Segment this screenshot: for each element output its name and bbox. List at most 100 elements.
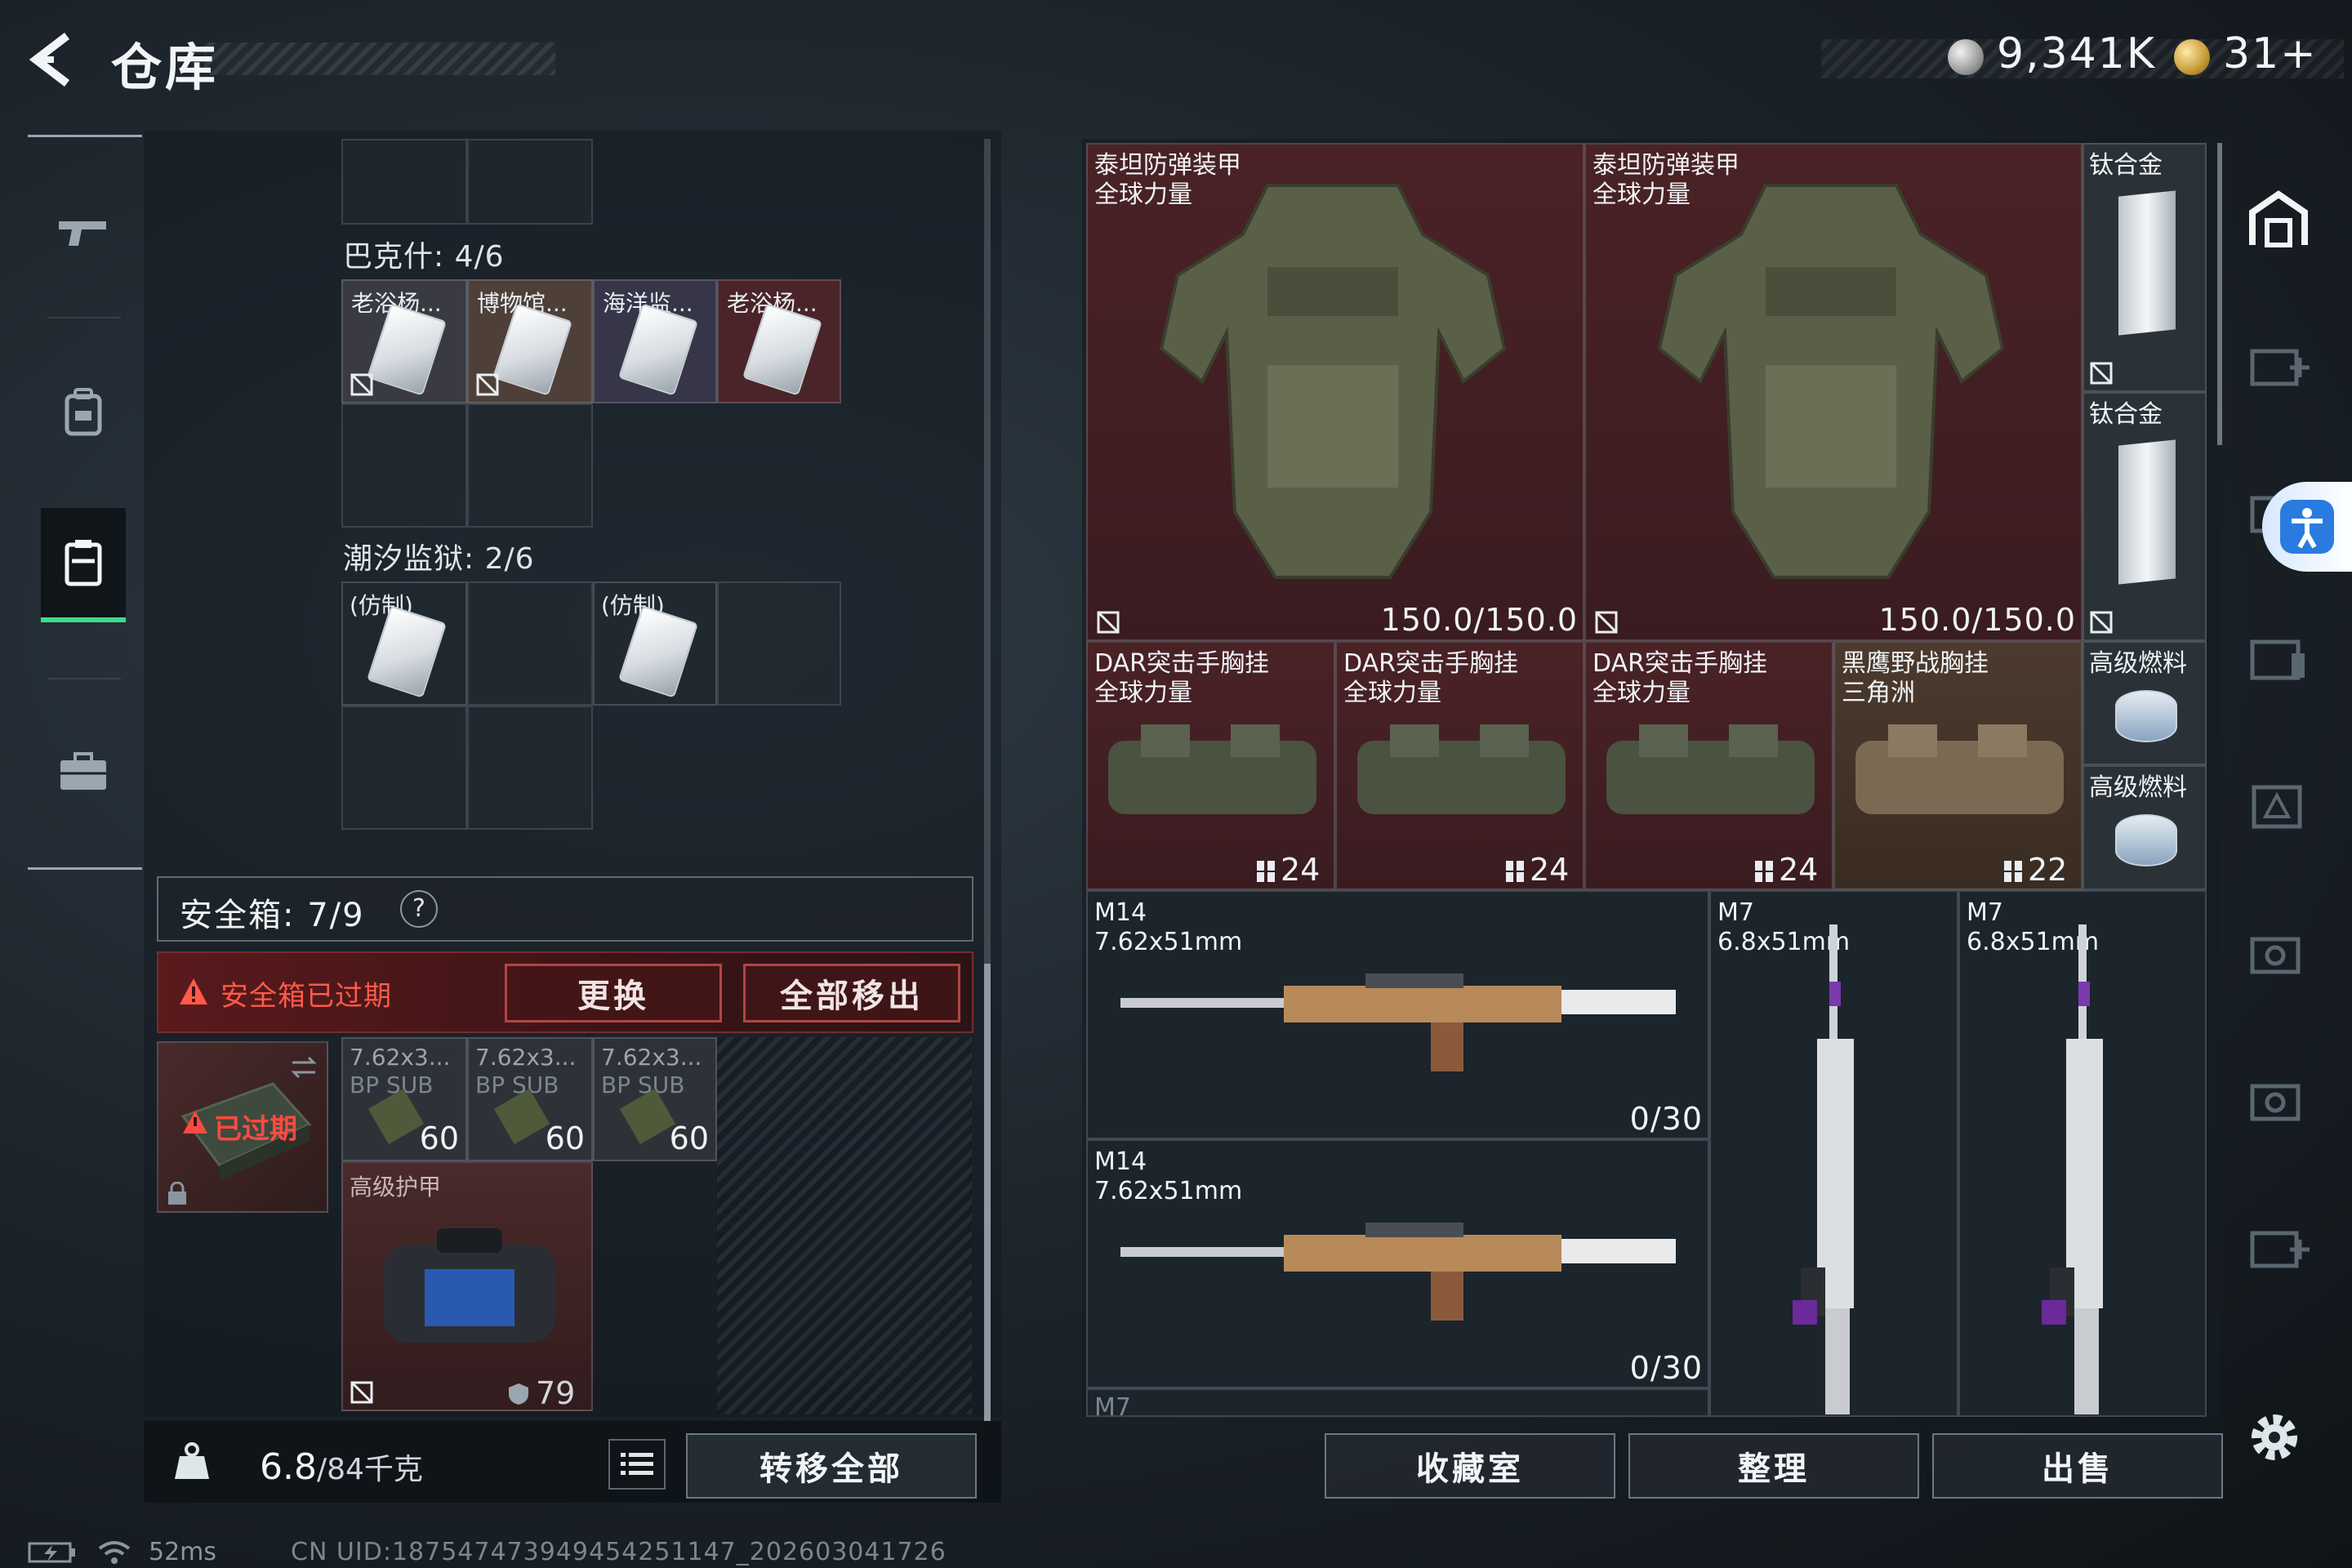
ammo-slot[interactable]: 7.62x3... BP SUB 60 (593, 1037, 717, 1161)
accessibility-button[interactable] (2262, 482, 2352, 572)
titanium-item[interactable]: 钛合金 (2082, 143, 2207, 392)
ammo-slot[interactable]: 7.62x3... BP SUB 60 (341, 1037, 467, 1161)
armor-item[interactable]: 泰坦防弹装甲 全球力量 150.0/150.0 (1584, 143, 2082, 641)
no-drop-icon (1097, 611, 1120, 634)
collection-room-button[interactable]: 收藏室 (1325, 1433, 1615, 1499)
stash-scrollbar-thumb[interactable] (984, 964, 991, 1421)
nav-storage-home[interactable] (2234, 176, 2323, 265)
armor-bag-icon (384, 1228, 555, 1343)
stash-add-icon (2250, 1231, 2310, 1268)
titanium-item[interactable]: 钛合金 (2082, 392, 2207, 641)
sniper-rifle-icon (1793, 924, 1854, 1414)
help-icon[interactable]: ? (400, 890, 438, 928)
item-name: M14 (1094, 898, 1147, 927)
item-name: DAR突击手胸挂 (1343, 649, 1518, 678)
capacity-grid-icon (1506, 861, 1524, 882)
stash-lens-icon (2250, 937, 2301, 974)
item-name: M7 (1094, 1393, 1131, 1417)
fuel-item[interactable]: 高级燃料 (2082, 641, 2207, 765)
transfer-all-button[interactable]: 转移全部 (686, 1433, 977, 1499)
fuel-item[interactable]: 高级燃料 (2082, 765, 2207, 890)
item-name: M7 (1717, 898, 1754, 927)
item-name: 钛合金 (2089, 400, 2163, 429)
organize-button[interactable]: 整理 (1628, 1433, 1919, 1499)
rifle-item[interactable]: M14 7.62x51mm 0/30 (1086, 890, 1709, 1139)
gold-amount[interactable]: 31+ (2223, 29, 2318, 78)
nav-weapons[interactable] (41, 176, 126, 290)
rifle-item[interactable]: M14 7.62x51mm 0/30 (1086, 1139, 1709, 1388)
chest-rig-item[interactable]: DAR突击手胸挂 全球力量 24 (1086, 641, 1335, 890)
item-origin: 全球力量 (1094, 679, 1192, 707)
stash-add-icon (2250, 349, 2310, 386)
sniper-item[interactable]: M7 6.8x51mm (1709, 890, 1958, 1417)
sell-button[interactable]: 出售 (1932, 1433, 2223, 1499)
nav-storage-active[interactable] (41, 508, 126, 622)
keycard-slot[interactable]: 老浴杨... (717, 279, 841, 403)
item-origin: 全球力量 (1343, 679, 1441, 707)
armor-item-slot[interactable]: 高级护甲 79 (341, 1161, 593, 1411)
empty-slot[interactable] (341, 706, 467, 830)
item-label: 7.62x3... (601, 1044, 702, 1071)
settings-gear-icon[interactable] (2242, 1405, 2307, 1470)
warning-icon (180, 978, 207, 1004)
item-origin: 三角洲 (1842, 679, 1915, 707)
ping-readout: 52ms (149, 1538, 217, 1566)
empty-slot[interactable] (467, 706, 593, 830)
keycard-slot[interactable]: (仿制) (341, 581, 467, 706)
nav-stash-4[interactable] (2234, 318, 2323, 408)
item-label: 高级护甲 (350, 1174, 442, 1200)
chest-rig-item[interactable]: DAR突击手胸挂 全球力量 24 (1584, 641, 1833, 890)
keycard-slot[interactable]: 老浴杨... (341, 279, 467, 403)
keycard-slot[interactable]: 海洋监... (593, 279, 717, 403)
sniper-item[interactable]: M7 6.8x51mm (1958, 890, 2207, 1417)
replace-button[interactable]: 更换 (505, 964, 722, 1022)
capacity-grid-icon (1257, 861, 1275, 882)
shield-icon (509, 1383, 528, 1405)
keycard-slot[interactable]: 博物馆... (467, 279, 593, 403)
nav-top-line (28, 135, 142, 137)
nav-stash-5[interactable] (2234, 906, 2323, 996)
backpack-icon (65, 388, 102, 436)
item-name: 黑鹰野战胸挂 (1842, 649, 1989, 678)
empty-slot[interactable] (341, 403, 467, 528)
chest-rig-item[interactable]: 黑鹰野战胸挂 三角洲 22 (1833, 641, 2082, 890)
inventory-scrollbar[interactable] (2217, 143, 2222, 445)
fuel-can-icon (2115, 814, 2177, 866)
empty-slot[interactable] (467, 581, 593, 706)
nav-briefcase[interactable] (41, 715, 126, 829)
empty-slot[interactable] (341, 139, 467, 225)
nav-stash-4c[interactable] (2234, 1054, 2323, 1143)
nav-stash-files[interactable] (2234, 612, 2323, 702)
armor-item[interactable]: 泰坦防弹装甲 全球力量 150.0/150.0 (1086, 143, 1584, 641)
pistol-icon (59, 221, 106, 246)
silver-coin-icon (1948, 39, 1984, 75)
list-view-button[interactable] (608, 1439, 666, 1490)
ammo-count: 0/30 (1629, 1101, 1703, 1137)
item-name: 高级燃料 (2089, 649, 2187, 678)
remove-all-button[interactable]: 全部移出 (743, 964, 960, 1022)
back-button[interactable] (24, 31, 82, 88)
safe-box-label: 安全箱: 7/9 (180, 897, 365, 934)
ammo-slot[interactable]: 7.62x3... BP SUB 60 (467, 1037, 593, 1161)
item-caliber: 7.62x51mm (1094, 1177, 1243, 1205)
nav-armor[interactable] (41, 355, 126, 470)
armor-durability: 79 (536, 1375, 576, 1411)
item-name: DAR突击手胸挂 (1592, 649, 1767, 678)
partial-item[interactable]: M7 (1086, 1388, 1709, 1417)
nav-stash-3[interactable] (2234, 760, 2323, 849)
nav-divider (47, 317, 121, 318)
item-caliber: 7.62x51mm (1094, 928, 1243, 956)
empty-slot[interactable] (717, 581, 841, 706)
nav-stash-4d[interactable] (2234, 1200, 2323, 1290)
gold-coin-icon (2174, 39, 2210, 75)
keycard-slot[interactable]: (仿制) (593, 581, 717, 706)
empty-slot[interactable] (467, 139, 593, 225)
ammo-count: 60 (545, 1120, 585, 1156)
wifi-icon (98, 1541, 131, 1564)
empty-slot[interactable] (467, 403, 593, 528)
chest-rig-item[interactable]: DAR突击手胸挂 全球力量 24 (1335, 641, 1584, 890)
titanium-plate-icon (2118, 439, 2176, 585)
durability: 150.0/150.0 (1878, 602, 2076, 638)
titanium-plate-icon (2118, 190, 2176, 336)
item-origin: 全球力量 (1592, 679, 1690, 707)
